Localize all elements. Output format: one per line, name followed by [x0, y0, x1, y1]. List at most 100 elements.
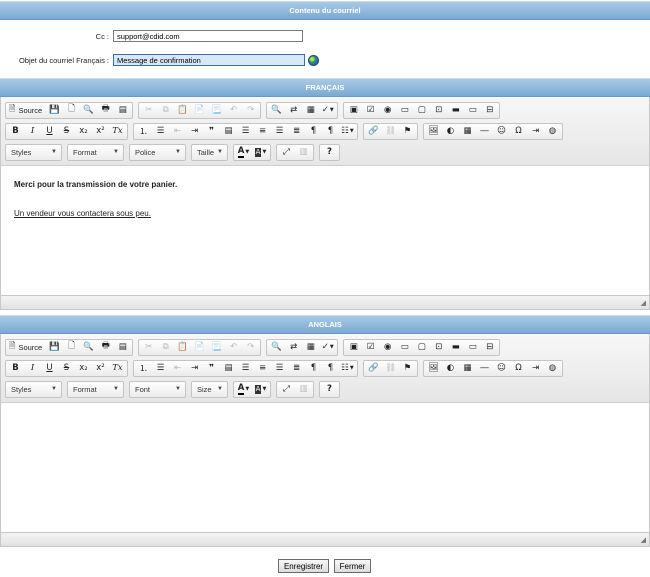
subscript-button[interactable]: x₂	[75, 361, 92, 376]
flash-icon[interactable]: ◐	[442, 361, 459, 376]
div-container-icon[interactable]: ▤	[220, 361, 237, 376]
format-combo[interactable]: Format ▼	[67, 380, 124, 398]
replace-icon[interactable]: ⇄	[285, 340, 302, 355]
print-icon[interactable]: 🖶	[97, 103, 114, 118]
paste-icon[interactable]: 📋	[174, 340, 191, 355]
textfield-icon[interactable]: ▭	[396, 340, 413, 355]
link-icon[interactable]: 🔗	[365, 361, 382, 376]
save-icon[interactable]: 💾	[46, 340, 63, 355]
superscript-button[interactable]: x²	[92, 361, 109, 376]
outdent-icon[interactable]: ⇤	[169, 124, 186, 139]
find-icon[interactable]: 🔍	[268, 340, 285, 355]
preview-icon[interactable]: 🔍	[80, 340, 97, 355]
cc-input[interactable]	[113, 30, 303, 42]
font-combo[interactable]: Font ▼	[129, 380, 186, 398]
styles-combo[interactable]: Styles ▼	[5, 380, 62, 398]
resize-handle-icon[interactable]: ◢	[641, 299, 646, 307]
anchor-icon[interactable]: ⚑	[399, 124, 416, 139]
ltr-icon[interactable]: ¶	[305, 361, 322, 376]
new-page-icon[interactable]: 🗋	[63, 340, 80, 355]
indent-icon[interactable]: ⇥	[186, 124, 203, 139]
numbered-list-icon[interactable]: ⒈	[135, 124, 152, 139]
radio-icon[interactable]: ◉	[379, 103, 396, 118]
horizontal-rule-icon[interactable]: ―	[476, 124, 493, 139]
remove-format-button[interactable]: Tx	[109, 124, 126, 139]
image-button-icon[interactable]: ▭	[464, 103, 481, 118]
paste-word-icon[interactable]: 📃	[208, 340, 225, 355]
globe-icon[interactable]	[308, 54, 319, 66]
link-icon[interactable]: 🔗	[365, 124, 382, 139]
select-all-icon[interactable]: ▦	[302, 340, 319, 355]
form-icon[interactable]: ▣	[345, 340, 362, 355]
radio-icon[interactable]: ◉	[379, 340, 396, 355]
subscript-button[interactable]: x₂	[75, 124, 92, 139]
italic-button[interactable]: I	[24, 124, 41, 139]
bulleted-list-icon[interactable]: ☰	[152, 124, 169, 139]
save-icon[interactable]: 💾	[46, 103, 63, 118]
styles-combo[interactable]: Styles ▼	[5, 143, 62, 161]
paste-text-icon[interactable]: 📄	[191, 340, 208, 355]
size-combo[interactable]: Size ▼	[191, 380, 228, 398]
anchor-icon[interactable]: ⚑	[399, 361, 416, 376]
indent-icon[interactable]: ⇥	[186, 361, 203, 376]
checkbox-icon[interactable]: ☑	[362, 103, 379, 118]
help-button[interactable]: ?	[321, 382, 338, 397]
maximize-icon[interactable]: ⤢	[278, 382, 295, 397]
cut-icon[interactable]: ✂	[140, 340, 157, 355]
horizontal-rule-icon[interactable]: ―	[476, 361, 493, 376]
align-left-icon[interactable]: ☰	[237, 361, 254, 376]
templates-icon[interactable]: ▤	[114, 340, 131, 355]
form-icon[interactable]: ▣	[345, 103, 362, 118]
bold-button[interactable]: B	[7, 361, 24, 376]
save-button[interactable]: Enregistrer	[278, 559, 329, 573]
show-blocks-icon[interactable]: ▥	[295, 382, 312, 397]
language-icon[interactable]: ☷ ▼	[339, 124, 356, 139]
special-char-icon[interactable]: Ω	[510, 124, 527, 139]
paste-icon[interactable]: 📋	[174, 103, 191, 118]
bulleted-list-icon[interactable]: ☰	[152, 361, 169, 376]
page-break-icon[interactable]: ⇥	[527, 124, 544, 139]
size-combo[interactable]: Taille ▼	[191, 143, 228, 161]
new-page-icon[interactable]: 🗋	[63, 103, 80, 118]
textarea-icon[interactable]: ▢	[413, 340, 430, 355]
editor-en-content[interactable]	[0, 402, 650, 532]
italic-button[interactable]: I	[24, 361, 41, 376]
spellcheck-icon[interactable]: ✓ ▼	[319, 103, 336, 118]
underline-button[interactable]: U	[41, 361, 58, 376]
textfield-icon[interactable]: ▭	[396, 103, 413, 118]
unlink-icon[interactable]: ⛓	[382, 361, 399, 376]
bg-color-button[interactable]: A ▼	[252, 145, 269, 160]
image-icon[interactable]: 🖼	[425, 361, 442, 376]
preview-icon[interactable]: 🔍	[80, 103, 97, 118]
select-all-icon[interactable]: ▦	[302, 103, 319, 118]
templates-icon[interactable]: ▤	[114, 103, 131, 118]
page-break-icon[interactable]: ⇥	[527, 361, 544, 376]
editor-fr-content[interactable]: Merci pour la transmission de votre pani…	[0, 165, 650, 295]
align-left-icon[interactable]: ☰	[237, 124, 254, 139]
align-center-icon[interactable]: ≡	[254, 124, 271, 139]
image-button-icon[interactable]: ▭	[464, 340, 481, 355]
iframe-icon[interactable]: ◍	[544, 124, 561, 139]
ltr-icon[interactable]: ¶	[305, 124, 322, 139]
redo-icon[interactable]: ↷	[242, 340, 259, 355]
remove-format-button[interactable]: Tx	[109, 361, 126, 376]
justify-icon[interactable]: ≣	[288, 124, 305, 139]
outdent-icon[interactable]: ⇤	[169, 361, 186, 376]
copy-icon[interactable]: ⧉	[157, 340, 174, 355]
resize-handle-icon[interactable]: ◢	[641, 536, 646, 544]
blockquote-button[interactable]: ❞	[203, 361, 220, 376]
find-icon[interactable]: 🔍	[268, 103, 285, 118]
paste-text-icon[interactable]: 📄	[191, 103, 208, 118]
spellcheck-icon[interactable]: ✓ ▼	[319, 340, 336, 355]
numbered-list-icon[interactable]: ⒈	[135, 361, 152, 376]
language-icon[interactable]: ☷ ▼	[339, 361, 356, 376]
copy-icon[interactable]: ⧉	[157, 103, 174, 118]
align-center-icon[interactable]: ≡	[254, 361, 271, 376]
format-combo[interactable]: Format ▼	[67, 143, 124, 161]
smiley-icon[interactable]: ☺	[493, 361, 510, 376]
align-right-icon[interactable]: ☰	[271, 124, 288, 139]
iframe-icon[interactable]: ◍	[544, 361, 561, 376]
justify-icon[interactable]: ≣	[288, 361, 305, 376]
div-container-icon[interactable]: ▤	[220, 124, 237, 139]
help-button[interactable]: ?	[321, 145, 338, 160]
